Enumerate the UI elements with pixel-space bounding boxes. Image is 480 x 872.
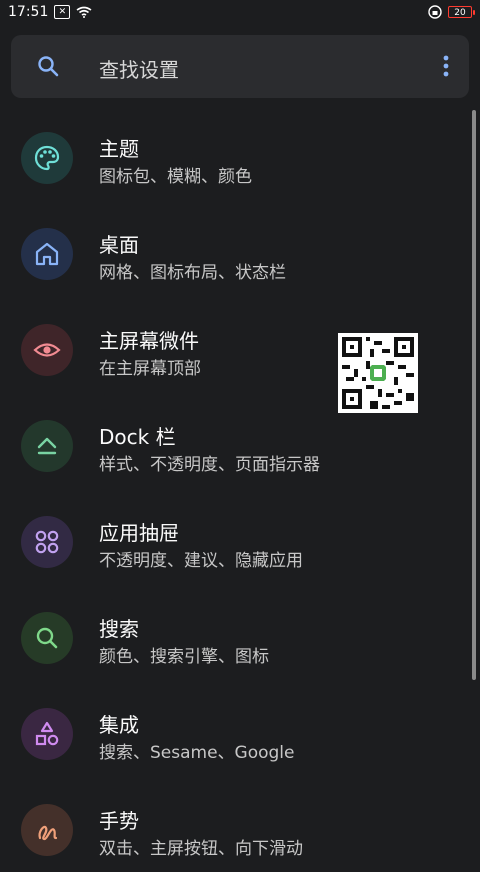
search-icon [38, 56, 59, 77]
item-subtitle: 颜色、搜索引擎、图标 [99, 647, 269, 667]
item-subtitle: 图标包、模糊、颜色 [99, 167, 252, 187]
item-subtitle: 样式、不透明度、页面指示器 [99, 455, 320, 475]
item-title: 主屏幕微件 [99, 329, 199, 353]
item-title: 集成 [99, 713, 139, 737]
item-title: Dock 栏 [99, 425, 176, 449]
gesture-icon [21, 804, 73, 856]
status-left: 17:51 ✕ [8, 4, 92, 20]
home-icon [21, 228, 73, 280]
item-subtitle: 搜索、Sesame、Google [99, 743, 295, 763]
item-title: 手势 [99, 809, 139, 833]
list-item-search[interactable]: 搜索 颜色、搜索引擎、图标 [0, 584, 470, 680]
qr-code-image [338, 333, 418, 413]
list-item-app-drawer[interactable]: 应用抽屉 不透明度、建议、隐藏应用 [0, 488, 470, 584]
item-title: 主题 [99, 137, 139, 161]
item-subtitle: 网格、图标布局、状态栏 [99, 263, 286, 283]
eye-icon [21, 324, 73, 376]
dock-icon [21, 420, 73, 472]
apps-grid-icon [21, 516, 73, 568]
item-subtitle: 在主屏幕顶部 [99, 359, 201, 379]
more-options-icon[interactable] [443, 54, 449, 78]
item-title: 桌面 [99, 233, 139, 257]
item-title: 应用抽屉 [99, 521, 179, 545]
item-subtitle: 不透明度、建议、隐藏应用 [99, 551, 303, 571]
battery-icon: 20 [448, 6, 475, 18]
magnifier-icon [21, 612, 73, 664]
list-item-desktop[interactable]: 桌面 网格、图标布局、状态栏 [0, 200, 470, 296]
list-item-theme[interactable]: 主题 图标包、模糊、颜色 [0, 104, 470, 200]
wifi-icon [76, 6, 92, 18]
scrollbar[interactable] [472, 110, 476, 680]
settings-list: 主题 图标包、模糊、颜色 桌面 网格、图标布局、状态栏 主屏幕微件 在主屏幕顶部 [0, 104, 470, 872]
list-item-gestures[interactable]: 手势 双击、主屏按钮、向下滑动 [0, 776, 470, 872]
status-bar: 17:51 ✕ 20 [0, 0, 480, 24]
item-subtitle: 双击、主屏按钮、向下滑动 [99, 839, 303, 859]
shapes-icon [21, 708, 73, 760]
notification-icon: ✕ [54, 5, 71, 19]
status-time: 17:51 [8, 4, 49, 20]
list-item-integration[interactable]: 集成 搜索、Sesame、Google [0, 680, 470, 776]
item-title: 搜索 [99, 617, 139, 641]
palette-icon [21, 132, 73, 184]
search-placeholder[interactable]: 查找设置 [99, 54, 179, 83]
search-bar[interactable]: 查找设置 [11, 35, 469, 98]
lock-rotation-icon [428, 5, 442, 19]
status-right: 20 [428, 5, 475, 19]
